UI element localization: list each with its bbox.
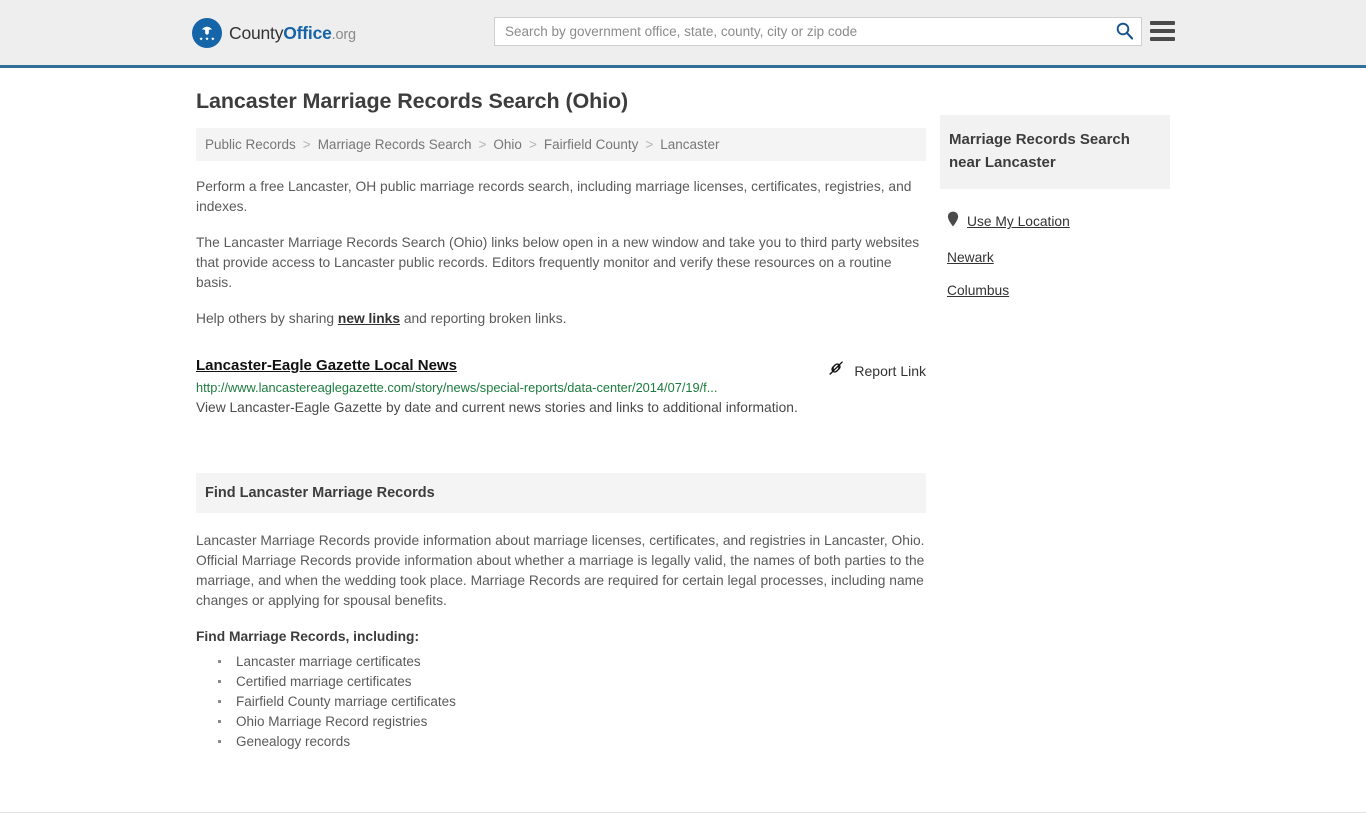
breadcrumb-separator: >	[528, 137, 537, 152]
breadcrumb: Public Records > Marriage Records Search…	[196, 128, 926, 161]
search-bar[interactable]	[494, 17, 1142, 46]
list-item: Lancaster marriage certificates	[218, 652, 926, 672]
sidebar-item-label: Use My Location	[967, 214, 1070, 229]
result-title-link[interactable]: Lancaster-Eagle Gazette Local News	[196, 357, 457, 374]
site-logo[interactable]: CountyOffice.org	[192, 18, 356, 48]
menu-bar-1	[1150, 21, 1175, 25]
page-title: Lancaster Marriage Records Search (Ohio)	[196, 89, 629, 113]
search-icon	[1115, 21, 1134, 43]
sidebar-item-label: Columbus	[947, 283, 1010, 298]
logo-text: CountyOffice.org	[229, 23, 356, 44]
sidebar-heading: Marriage Records Search near Lancaster	[940, 115, 1170, 189]
section-paragraph: Lancaster Marriage Records provide infor…	[196, 533, 925, 608]
broken-link-icon	[827, 359, 845, 382]
find-records-section: Find Lancaster Marriage Records Lancaste…	[196, 473, 926, 752]
breadcrumb-item-public-records[interactable]: Public Records	[205, 137, 296, 152]
logo-text-office: Office	[283, 22, 332, 43]
intro-paragraph: Perform a free Lancaster, OH public marr…	[196, 179, 912, 214]
main-content: Lancaster Marriage Records Search (Ohio)…	[196, 89, 926, 752]
sidebar-item-label: Newark	[947, 250, 994, 265]
search-button[interactable]	[1107, 18, 1141, 45]
new-links-link[interactable]: new links	[338, 311, 400, 326]
description-paragraph: The Lancaster Marriage Records Search (O…	[196, 235, 920, 290]
sidebar: Marriage Records Search near Lancaster U…	[940, 115, 1170, 307]
search-input[interactable]	[495, 18, 1107, 45]
list-item: Fairfield County marriage certificates	[218, 692, 926, 712]
menu-bar-2	[1150, 29, 1175, 33]
list-item: Ohio Marriage Record registries	[218, 712, 926, 732]
report-link-label: Report Link	[854, 362, 926, 379]
sidebar-link-list: Use My Location Newark Columbus	[940, 189, 1170, 307]
section-heading: Find Lancaster Marriage Records	[196, 473, 926, 513]
logo-text-tld: .org	[331, 26, 356, 43]
breadcrumb-item-lancaster[interactable]: Lancaster	[660, 137, 719, 152]
breadcrumb-item-ohio[interactable]: Ohio	[493, 137, 522, 152]
result-description: View Lancaster-Eagle Gazette by date and…	[196, 400, 798, 415]
site-header: CountyOffice.org	[0, 0, 1366, 68]
help-text-before: Help others by sharing	[196, 311, 338, 326]
breadcrumb-item-marriage-records-search[interactable]: Marriage Records Search	[318, 137, 472, 152]
breadcrumb-item-fairfield-county[interactable]: Fairfield County	[544, 137, 639, 152]
help-paragraph: Help others by sharing new links and rep…	[196, 309, 926, 329]
list-item: Certified marriage certificates	[218, 672, 926, 692]
report-link-button[interactable]: Report Link	[827, 359, 926, 382]
menu-bar-3	[1150, 37, 1175, 41]
breadcrumb-separator: >	[302, 137, 311, 152]
eagle-seal-icon	[192, 18, 222, 48]
map-pin-icon	[947, 211, 959, 232]
sidebar-item-columbus[interactable]: Columbus	[940, 274, 1170, 307]
section-subheading: Find Marriage Records, including:	[196, 629, 420, 644]
hamburger-menu-icon[interactable]	[1150, 19, 1175, 43]
sidebar-item-newark[interactable]: Newark	[940, 241, 1170, 274]
result-url[interactable]: http://www.lancastereaglegazette.com/sto…	[196, 380, 926, 395]
logo-text-county: County	[229, 22, 284, 43]
help-text-after: and reporting broken links.	[400, 311, 567, 326]
sidebar-item-use-my-location[interactable]: Use My Location	[940, 202, 1170, 241]
result-item: Lancaster-Eagle Gazette Local News Repor…	[196, 357, 926, 417]
record-types-list: Lancaster marriage certificates Certifie…	[196, 652, 926, 752]
list-item: Genealogy records	[218, 732, 926, 752]
breadcrumb-separator: >	[645, 137, 654, 152]
breadcrumb-separator: >	[478, 137, 487, 152]
